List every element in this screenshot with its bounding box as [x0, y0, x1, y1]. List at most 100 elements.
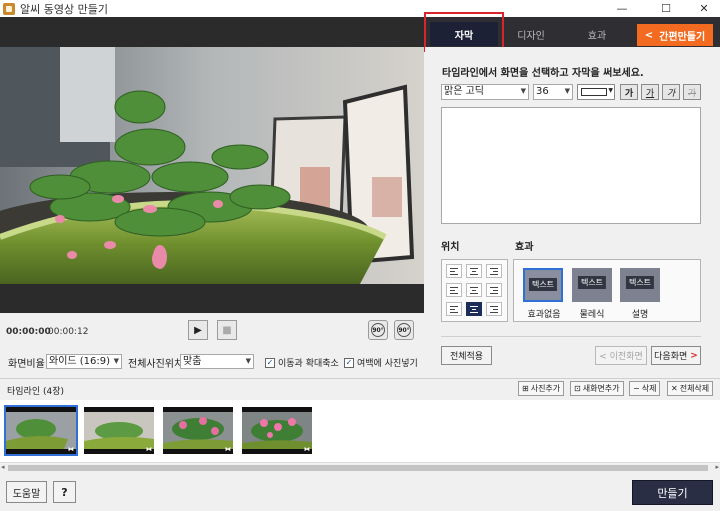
thumbnail-mark: ⧓	[68, 446, 74, 453]
total-time: 00:00:12	[48, 327, 89, 337]
thumbnail-mark: ⧓	[304, 446, 310, 453]
move-zoom-checkbox[interactable]: ✓ 이동과 확대축소	[265, 356, 339, 369]
position-grid	[441, 259, 508, 322]
effect-preview-text: 텍스트	[625, 276, 655, 289]
make-button[interactable]: 만들기	[632, 480, 713, 505]
tab-highlight-box	[424, 12, 504, 52]
next-screen-button[interactable]: 다음화면 >	[651, 346, 701, 365]
easy-make-button[interactable]: < 간편만들기	[637, 24, 713, 46]
font-value: 맑은 고딕	[444, 86, 484, 97]
fill-margin-checkbox[interactable]: ✓ 여백에 사진넣기	[344, 356, 418, 369]
position-top-left[interactable]	[446, 264, 462, 278]
rotate-right-icon: 90°	[397, 323, 411, 337]
thumbnail-mark: ⧓	[225, 446, 231, 453]
rotate-left-icon: 90°	[371, 323, 385, 337]
effect-title: 효과	[515, 242, 534, 253]
photo-position-label: 전체사진위치	[128, 359, 184, 370]
timeline-thumbnail[interactable]: ⧓	[163, 407, 233, 454]
position-bottom-center[interactable]	[466, 302, 482, 316]
stop-icon: ■	[222, 324, 232, 336]
help-button[interactable]: 도움말	[6, 481, 47, 503]
effect-wheel-option[interactable]: 텍스트	[572, 268, 612, 302]
scroll-right-icon[interactable]: ▸	[715, 463, 719, 471]
scrollbar-thumb[interactable]	[8, 465, 708, 471]
video-preview[interactable]	[0, 47, 424, 284]
timeline-thumbnail[interactable]: ⧓	[4, 405, 78, 456]
checkbox-checked-icon: ✓	[344, 357, 354, 368]
question-button[interactable]: ?	[53, 481, 76, 503]
italic-button[interactable]: 가	[662, 84, 680, 100]
easy-make-label: 간편만들기	[659, 31, 706, 43]
font-color-picker[interactable]: ▼	[577, 84, 615, 100]
preview-image	[0, 47, 424, 284]
play-button[interactable]: ▶	[188, 320, 208, 340]
font-size-value: 36	[536, 86, 549, 97]
effect-description-label: 설명	[631, 310, 649, 320]
font-size-select[interactable]: 36 ▼	[533, 84, 573, 100]
effect-preview-text: 텍스트	[577, 276, 607, 289]
add-new-screen-label: 새화면추가	[582, 384, 620, 393]
apply-all-button[interactable]: 전체적용	[441, 346, 492, 365]
effect-none-label: 효과없음	[527, 310, 561, 320]
timeline-scrollbar[interactable]: ◂ ▸	[0, 462, 720, 472]
player-controls: 00:00:00 00:00:12 ▶ ■ 90° 90° 화면비율 와이드 (…	[0, 313, 424, 378]
window-title: 알씨 동영상 만들기	[20, 2, 108, 16]
chevron-right-icon: >	[690, 350, 698, 361]
bottom-bar	[0, 472, 720, 511]
delete-button[interactable]: − 삭제	[629, 381, 661, 396]
caption-text-input[interactable]	[441, 107, 701, 224]
stop-button[interactable]: ■	[217, 320, 237, 340]
color-swatch-icon	[581, 88, 607, 96]
delete-all-button[interactable]: ✕ 전체삭제	[667, 381, 714, 396]
scroll-left-icon[interactable]: ◂	[1, 463, 5, 471]
play-icon: ▶	[194, 324, 202, 336]
divider	[441, 336, 701, 337]
position-middle-center[interactable]	[466, 283, 482, 297]
app-logo-icon	[3, 2, 15, 15]
ratio-select[interactable]: 와이드 (16:9) ▼	[46, 354, 122, 369]
rotate-left-button[interactable]: 90°	[368, 320, 388, 340]
position-bottom-right[interactable]	[486, 302, 502, 316]
font-select[interactable]: 맑은 고딕 ▼	[441, 84, 529, 100]
add-new-screen-button[interactable]: ⊡ 새화면추가	[570, 381, 624, 396]
tab-design[interactable]: 디자인	[498, 22, 564, 46]
checkbox-checked-icon: ✓	[265, 357, 275, 368]
chevron-down-icon: ▼	[564, 87, 570, 95]
minimize-button[interactable]: —	[608, 0, 636, 17]
ratio-value: 와이드 (16:9)	[49, 356, 111, 367]
prev-screen-button[interactable]: < 이전화면	[595, 346, 647, 365]
current-time: 00:00:00	[6, 327, 51, 337]
chevron-down-icon: ▼	[113, 357, 119, 365]
ratio-label: 화면비율	[8, 359, 45, 370]
app-window: 알씨 동영상 만들기 — ☐ ✕ 00:00:00 00:00:12 ▶ ■ 9…	[0, 0, 720, 511]
effect-none-option[interactable]: 텍스트	[523, 268, 563, 302]
add-photo-label: 사진추가	[530, 384, 561, 393]
delete-all-label: 전체삭제	[679, 384, 710, 393]
timeline-title: 타임라인 (4장)	[7, 387, 65, 397]
chevron-down-icon: ▼	[245, 357, 251, 365]
close-button[interactable]: ✕	[690, 0, 718, 17]
maximize-button[interactable]: ☐	[652, 0, 680, 17]
timeline-thumbnail[interactable]: ⧓	[84, 407, 154, 454]
timeline-thumbnail[interactable]: ⧓	[242, 407, 312, 454]
strikethrough-button[interactable]: 가	[683, 84, 701, 100]
chevron-left-icon: <	[644, 29, 654, 41]
photo-position-select[interactable]: 맞춤 ▼	[180, 354, 254, 369]
underline-button[interactable]: 가	[641, 84, 659, 100]
position-middle-left[interactable]	[446, 283, 462, 297]
effect-wheel-label: 물레식	[579, 310, 605, 320]
position-bottom-left[interactable]	[446, 302, 462, 316]
rotate-right-button[interactable]: 90°	[394, 320, 414, 340]
position-top-center[interactable]	[466, 264, 482, 278]
title-bar: 알씨 동영상 만들기 — ☐ ✕	[0, 0, 720, 17]
add-screen-icon: ⊡	[574, 384, 581, 393]
position-middle-right[interactable]	[486, 283, 502, 297]
position-title: 위치	[441, 242, 460, 253]
caption-instruction: 타임라인에서 화면을 선택하고 자막을 써보세요.	[442, 68, 644, 79]
add-photo-button[interactable]: ⊞ 사진추가	[518, 381, 565, 396]
position-top-right[interactable]	[486, 264, 502, 278]
tab-effect[interactable]: 효과	[564, 22, 630, 46]
effect-description-option[interactable]: 텍스트	[620, 268, 660, 302]
bold-button[interactable]: 가	[620, 84, 638, 100]
photo-position-value: 맞춤	[183, 356, 202, 367]
